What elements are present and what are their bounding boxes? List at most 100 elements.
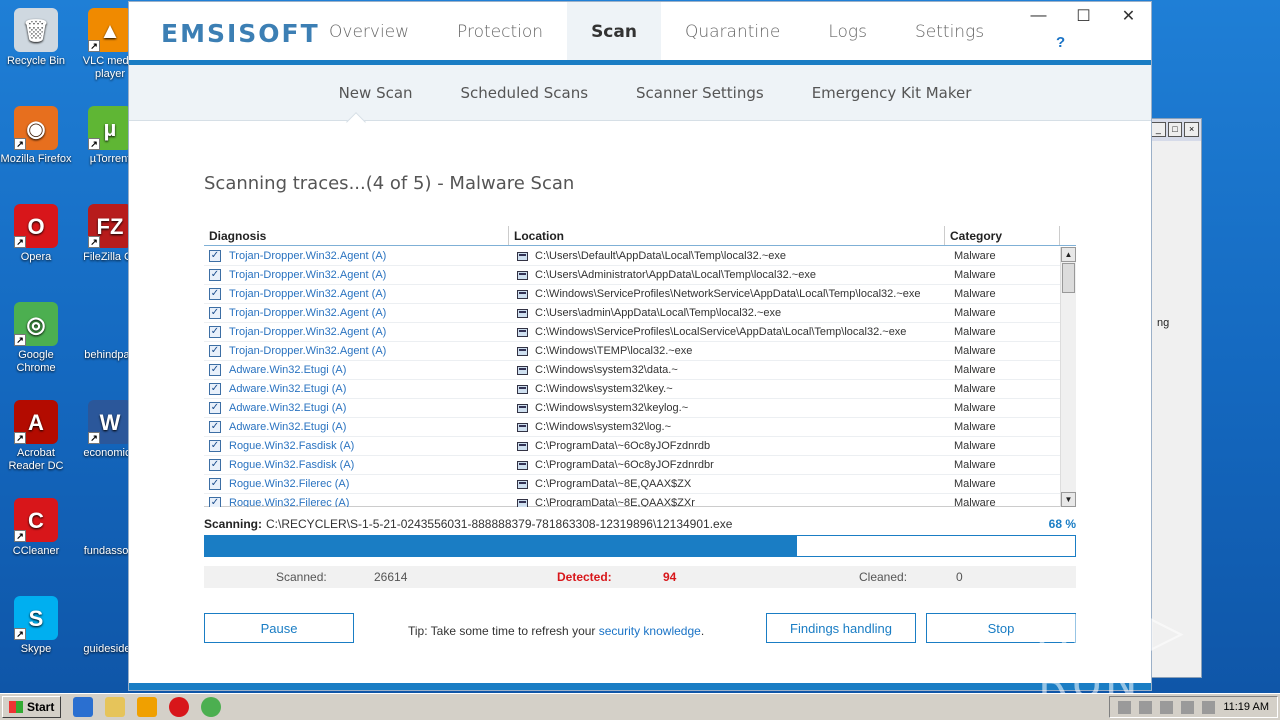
row-checkbox[interactable]: ✓ bbox=[209, 497, 221, 507]
row-checkbox[interactable]: ✓ bbox=[209, 250, 221, 262]
table-row[interactable]: ✓ Trojan-Dropper.Win32.Agent (A) C:\Window… bbox=[204, 342, 1060, 361]
scroll-thumb[interactable] bbox=[1062, 263, 1075, 293]
tray-flag-icon[interactable] bbox=[1139, 700, 1153, 714]
close-icon[interactable]: × bbox=[1184, 122, 1199, 137]
diagnosis-cell: ✓ Adware.Win32.Etugi (A) bbox=[204, 402, 509, 414]
subtab-new-scan[interactable]: New Scan bbox=[315, 65, 437, 120]
desktop-icon[interactable]: O ↗ Opera bbox=[0, 204, 72, 264]
tray-volume-icon[interactable] bbox=[1181, 700, 1195, 714]
tray-network-icon[interactable] bbox=[1160, 700, 1174, 714]
desktop-icon[interactable]: A ↗ Acrobat Reader DC bbox=[0, 400, 72, 473]
scroll-up-icon[interactable]: ▲ bbox=[1061, 247, 1076, 262]
column-diagnosis[interactable]: Diagnosis bbox=[204, 226, 509, 245]
location-cell: C:\ProgramData\~6Oc8yJOFzdnrdb bbox=[509, 440, 945, 452]
desktop-icon[interactable]: ◉ ↗ Mozilla Firefox bbox=[0, 106, 72, 166]
chrome-taskbar-icon[interactable] bbox=[201, 697, 222, 717]
subtab-scheduled-scans[interactable]: Scheduled Scans bbox=[437, 65, 613, 120]
diagnosis-cell: ✓ Adware.Win32.Etugi (A) bbox=[204, 383, 509, 395]
row-checkbox[interactable]: ✓ bbox=[209, 307, 221, 319]
file-icon bbox=[517, 251, 528, 261]
table-row[interactable]: ✓ Rogue.Win32.Fasdisk (A) C:\ProgramData\~… bbox=[204, 456, 1060, 475]
file-icon bbox=[517, 308, 528, 318]
table-row[interactable]: ✓ Adware.Win32.Etugi (A) C:\Windows\system… bbox=[204, 380, 1060, 399]
main-nav: Overview Protection Scan Quarantine Logs Sett… bbox=[305, 2, 1008, 62]
subtab-scanner-settings[interactable]: Scanner Settings bbox=[612, 65, 788, 120]
diagnosis-text: Adware.Win32.Etugi (A) bbox=[229, 402, 347, 414]
tab-logs[interactable]: Logs bbox=[804, 2, 891, 62]
detected-value: 94 bbox=[663, 570, 677, 584]
table-row[interactable]: ✓ Rogue.Win32.Filerec (A) C:\ProgramData\~… bbox=[204, 494, 1060, 507]
row-checkbox[interactable]: ✓ bbox=[209, 421, 221, 433]
tab-quarantine[interactable]: Quarantine bbox=[661, 2, 804, 62]
file-icon bbox=[517, 498, 528, 507]
maximize-button[interactable]: ☐ bbox=[1061, 2, 1106, 30]
category-cell: Malware bbox=[954, 345, 996, 357]
location-cell: C:\Windows\TEMP\local32.~exe bbox=[509, 345, 945, 357]
minimize-icon[interactable]: _ bbox=[1150, 122, 1166, 137]
desktop-icon-label: Acrobat Reader DC bbox=[8, 447, 64, 472]
app-icon bbox=[88, 498, 132, 542]
row-checkbox[interactable]: ✓ bbox=[209, 440, 221, 452]
close-button[interactable]: ✕ bbox=[1106, 2, 1151, 30]
location-cell: C:\ProgramData\~8E,QAAX$ZX bbox=[509, 478, 945, 490]
row-checkbox[interactable]: ✓ bbox=[209, 345, 221, 357]
row-checkbox[interactable]: ✓ bbox=[209, 269, 221, 281]
row-checkbox[interactable]: ✓ bbox=[209, 459, 221, 471]
diagnosis-cell: ✓ Adware.Win32.Etugi (A) bbox=[204, 421, 509, 433]
findings-handling-button[interactable]: Findings handling bbox=[766, 613, 916, 643]
table-row[interactable]: ✓ Rogue.Win32.Filerec (A) C:\ProgramData\~… bbox=[204, 475, 1060, 494]
media-player-icon[interactable] bbox=[137, 697, 158, 717]
subtab-emergency-kit-maker[interactable]: Emergency Kit Maker bbox=[788, 65, 996, 120]
table-row[interactable]: ✓ Trojan-Dropper.Win32.Agent (A) C:\Users\… bbox=[204, 266, 1060, 285]
desktop-icon[interactable]: ◎ ↗ Google Chrome bbox=[0, 302, 72, 375]
row-checkbox[interactable]: ✓ bbox=[209, 364, 221, 376]
diagnosis-text: Adware.Win32.Etugi (A) bbox=[229, 421, 347, 433]
maximize-icon[interactable]: □ bbox=[1167, 122, 1183, 137]
desktop-icon-label: Mozilla Firefox bbox=[0, 153, 72, 165]
row-checkbox[interactable]: ✓ bbox=[209, 478, 221, 490]
internet-explorer-icon[interactable] bbox=[73, 697, 94, 717]
security-knowledge-link[interactable]: security knowledge bbox=[599, 624, 701, 638]
app-icon bbox=[88, 302, 132, 346]
diagnosis-text: Trojan-Dropper.Win32.Agent (A) bbox=[229, 288, 387, 300]
pause-button[interactable]: Pause bbox=[204, 613, 354, 643]
table-row[interactable]: ✓ Trojan-Dropper.Win32.Agent (A) C:\Users\… bbox=[204, 247, 1060, 266]
minimize-button[interactable]: — bbox=[1016, 2, 1061, 30]
tab-protection[interactable]: Protection bbox=[433, 2, 567, 62]
tray-expand-icon[interactable] bbox=[1118, 700, 1132, 714]
row-checkbox[interactable]: ✓ bbox=[209, 402, 221, 414]
explorer-folder-icon[interactable] bbox=[105, 697, 126, 717]
background-window[interactable]: _ □ × ng bbox=[1148, 118, 1202, 678]
category-cell: Malware bbox=[954, 364, 996, 376]
start-button[interactable]: Start bbox=[2, 696, 62, 718]
table-row[interactable]: ✓ Trojan-Dropper.Win32.Agent (A) C:\Window… bbox=[204, 323, 1060, 342]
help-icon[interactable]: ? bbox=[1056, 34, 1065, 51]
tab-settings[interactable]: Settings bbox=[891, 2, 1008, 62]
opera-taskbar-icon[interactable] bbox=[169, 697, 190, 717]
column-category[interactable]: Category bbox=[945, 226, 1060, 245]
location-cell: C:\Users\Default\AppData\Local\Temp\loca… bbox=[509, 250, 945, 262]
table-row[interactable]: ✓ Adware.Win32.Etugi (A) C:\Windows\system… bbox=[204, 418, 1060, 437]
tray-security-icon[interactable] bbox=[1202, 700, 1216, 714]
table-row[interactable]: ✓ Adware.Win32.Etugi (A) C:\Windows\system… bbox=[204, 399, 1060, 418]
row-checkbox[interactable]: ✓ bbox=[209, 288, 221, 300]
desktop-icon[interactable]: 🗑 Recycle Bin bbox=[0, 8, 72, 68]
desktop-icon[interactable]: C ↗ CCleaner bbox=[0, 498, 72, 558]
desktop-icon-label: Opera bbox=[20, 251, 52, 263]
row-checkbox[interactable]: ✓ bbox=[209, 326, 221, 338]
scan-heading: Scanning traces...(4 of 5) - Malware Sca… bbox=[204, 173, 575, 194]
table-row[interactable]: ✓ Adware.Win32.Etugi (A) C:\Windows\system… bbox=[204, 361, 1060, 380]
desktop-icon[interactable]: S ↗ Skype bbox=[0, 596, 72, 656]
table-row[interactable]: ✓ Trojan-Dropper.Win32.Agent (A) C:\Users\… bbox=[204, 304, 1060, 323]
vertical-scrollbar[interactable]: ▲ ▼ bbox=[1060, 247, 1076, 507]
tab-scan[interactable]: Scan bbox=[567, 2, 661, 62]
category-cell: Malware bbox=[954, 269, 996, 281]
scroll-down-icon[interactable]: ▼ bbox=[1061, 492, 1076, 507]
column-location[interactable]: Location bbox=[509, 226, 945, 245]
row-checkbox[interactable]: ✓ bbox=[209, 383, 221, 395]
table-row[interactable]: ✓ Trojan-Dropper.Win32.Agent (A) C:\Window… bbox=[204, 285, 1060, 304]
diagnosis-cell: ✓ Rogue.Win32.Filerec (A) bbox=[204, 497, 509, 507]
clock[interactable]: 11:19 AM bbox=[1223, 701, 1269, 713]
tab-overview[interactable]: Overview bbox=[305, 2, 433, 62]
table-row[interactable]: ✓ Rogue.Win32.Fasdisk (A) C:\ProgramData\~… bbox=[204, 437, 1060, 456]
